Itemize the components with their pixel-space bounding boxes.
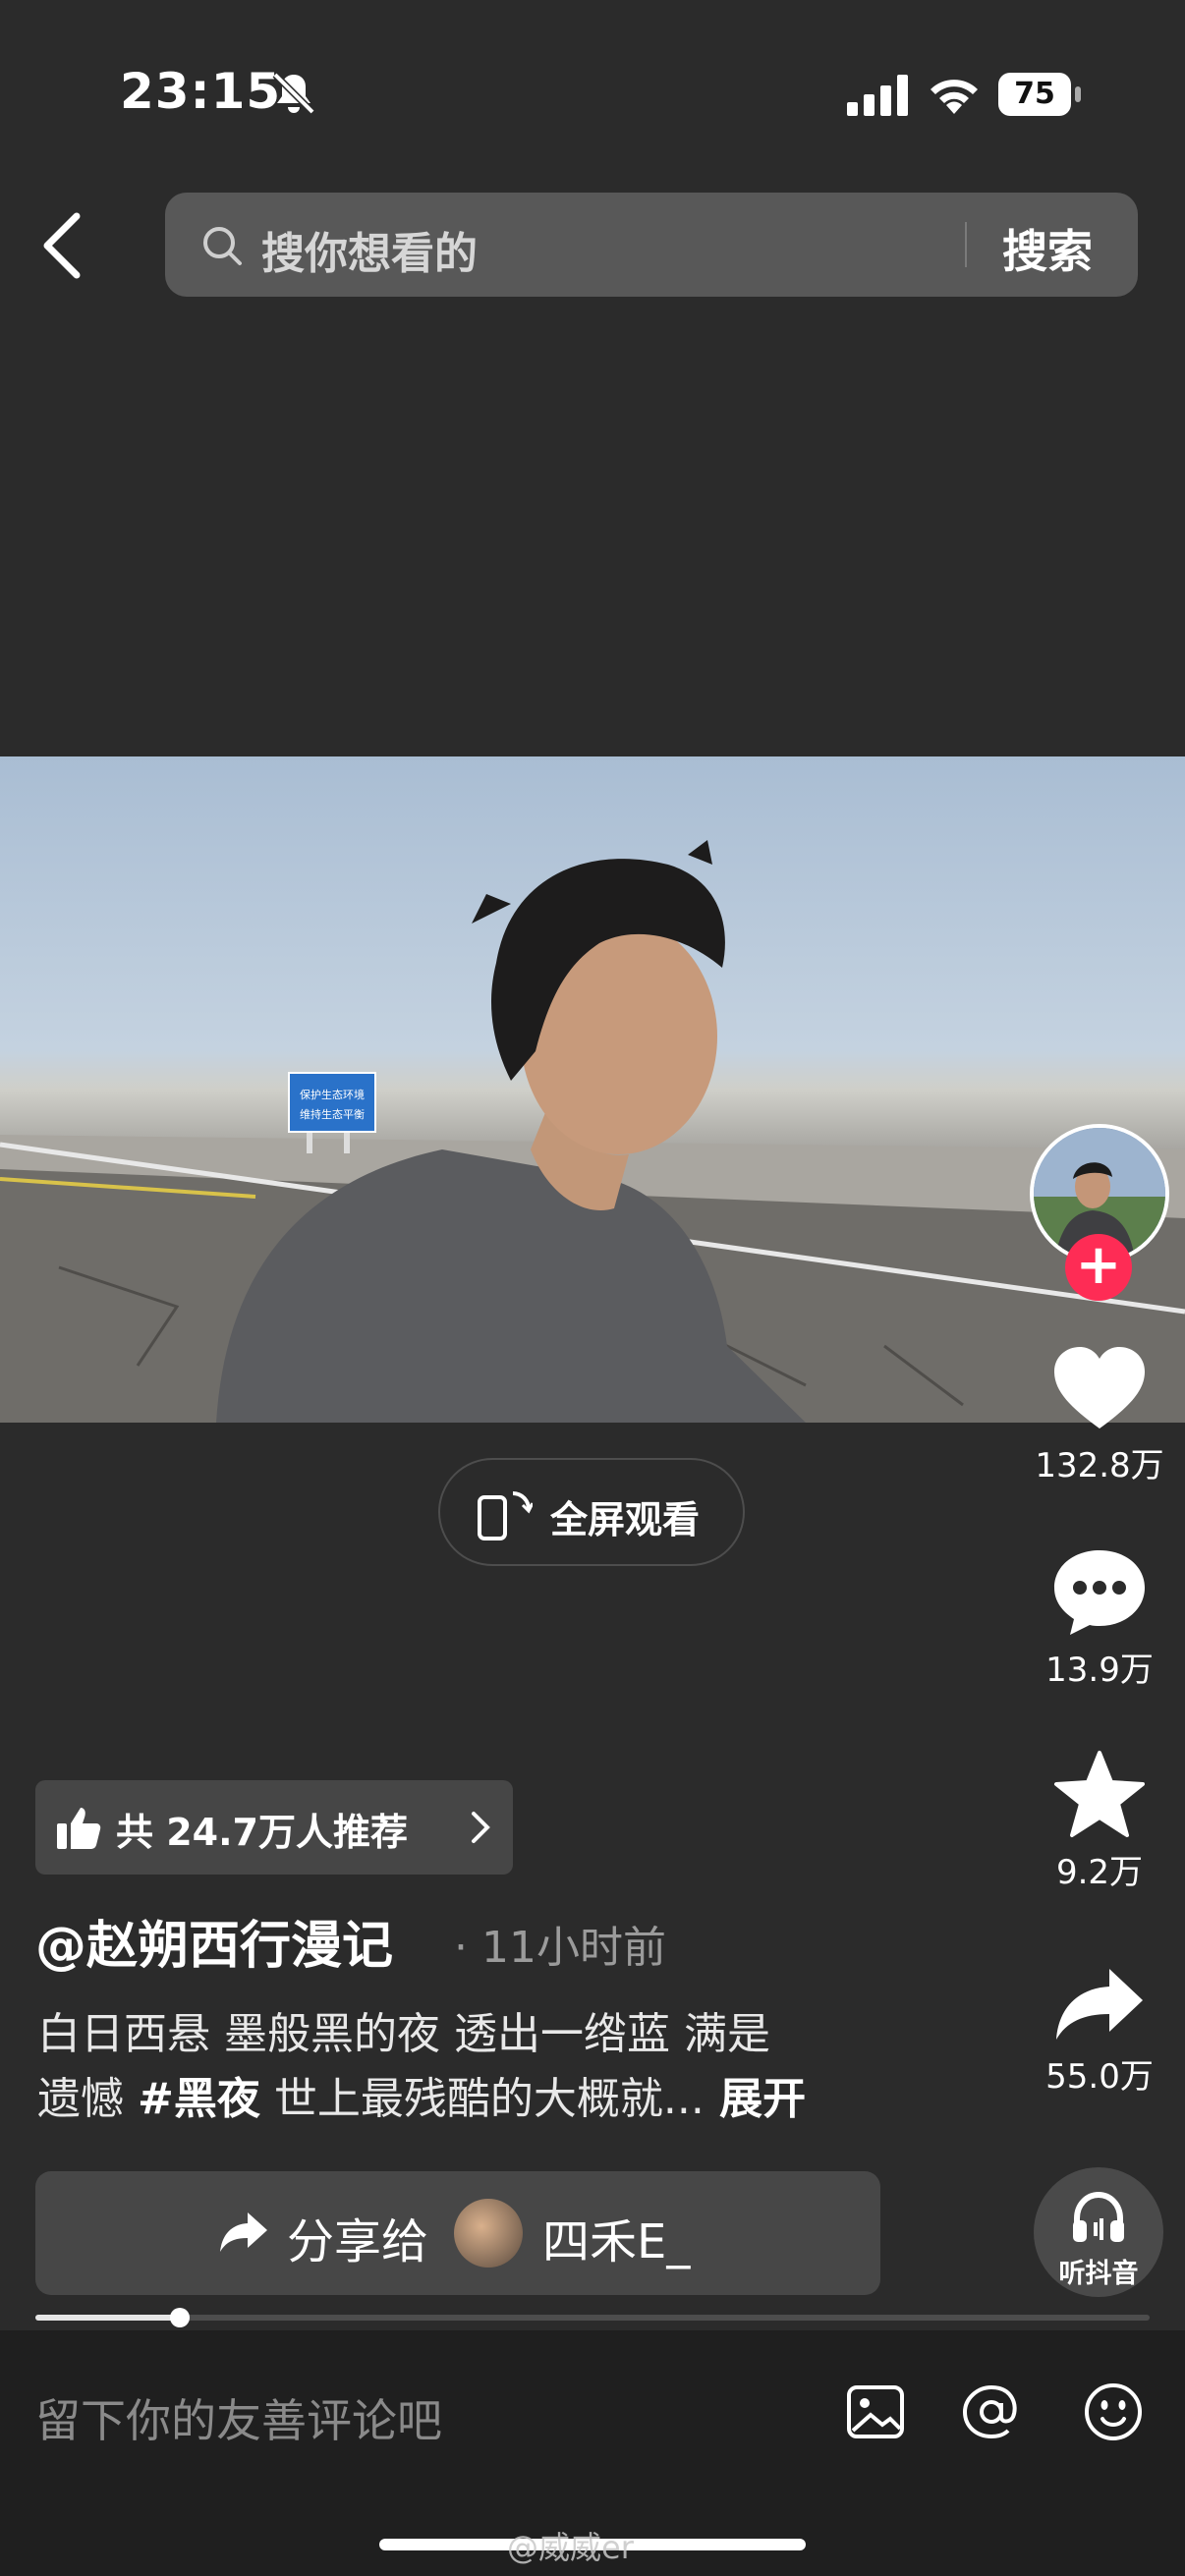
progress-fill	[35, 2315, 181, 2321]
heart-icon	[1054, 1347, 1145, 1428]
share-icon	[220, 2212, 267, 2252]
search-icon	[203, 227, 242, 265]
search-divider	[965, 222, 967, 267]
wifi-icon	[931, 80, 978, 114]
author-name[interactable]: @赵朔西行漫记	[35, 1904, 393, 1978]
thumbs-up-icon	[57, 1808, 101, 1849]
fullscreen-icon	[478, 1491, 533, 1540]
back-icon[interactable]	[39, 210, 88, 281]
battery-icon: 75	[998, 73, 1081, 116]
like-count: 132.8万	[1035, 1446, 1164, 1485]
share-label: 分享给	[287, 2214, 429, 2269]
bell-off-icon	[272, 72, 315, 115]
status-time: 23:15	[120, 63, 282, 120]
favorite-button[interactable]: 9.2万	[1022, 1749, 1177, 1893]
recommend-text: 共 24.7万人推荐	[116, 1811, 408, 1854]
post-description: 白日西悬 墨般黑的夜 透出一绺蓝 满是 遗憾 #黑夜 世上最残酷的大概就... …	[37, 2002, 922, 2132]
expand-link[interactable]: 展开	[705, 2074, 806, 2124]
at-icon[interactable]	[959, 2380, 1024, 2444]
share-to-friend-button[interactable]: 分享给 四禾E_	[35, 2171, 880, 2295]
friend-name: 四禾E_	[542, 2214, 691, 2269]
follow-button[interactable]: +	[1065, 1234, 1132, 1301]
listen-label: 听抖音	[1058, 2259, 1139, 2289]
fullscreen-label: 全屏观看	[550, 1498, 701, 1541]
search-button[interactable]: 搜索	[1002, 216, 1093, 281]
comment-count: 13.9万	[1045, 1651, 1154, 1690]
sign-line-2: 维持生态平衡	[300, 1107, 365, 1121]
fullscreen-button[interactable]: 全屏观看	[438, 1458, 745, 1566]
progress-knob[interactable]	[170, 2308, 191, 2327]
desc-line-2: 遗憾 #黑夜 世上最残酷的大概就... 展开	[37, 2067, 922, 2132]
post-time: · 11小时前	[454, 1912, 666, 1975]
like-button[interactable]: 132.8万	[1022, 1344, 1177, 1486]
road-sign	[288, 1072, 376, 1133]
desc-text-a: 遗憾	[37, 2074, 138, 2124]
time-separator: ·	[454, 1923, 468, 1973]
friend-avatar	[454, 2199, 523, 2268]
favorite-count: 9.2万	[1055, 1853, 1144, 1892]
chevron-right-icon	[472, 1812, 490, 1843]
comment-input[interactable]: 留下你的友善评论吧	[35, 2385, 442, 2450]
video-progress-bar[interactable]	[35, 2308, 1150, 2327]
hashtag-link[interactable]: #黑夜	[138, 2074, 260, 2124]
search-bar[interactable]: 搜你想看的 搜索	[165, 193, 1138, 297]
desc-line-1: 白日西悬 墨般黑的夜 透出一绺蓝 满是	[37, 2009, 770, 2059]
comment-button[interactable]: 13.9万	[1022, 1546, 1177, 1691]
comment-icon	[1054, 1550, 1145, 1635]
image-icon[interactable]	[843, 2380, 908, 2444]
sign-line-1: 保护生态环境	[300, 1088, 365, 1101]
headphones-icon	[1073, 2191, 1124, 2242]
battery-level: 75	[998, 73, 1071, 116]
status-bar: 23:15 75	[0, 0, 1185, 187]
share-icon	[1056, 1969, 1143, 2040]
desc-text-b: 世上最残酷的大概就...	[259, 2074, 705, 2124]
emoji-icon[interactable]	[1081, 2380, 1146, 2444]
share-button[interactable]: 55.0万	[1022, 1965, 1177, 2098]
recommend-badge[interactable]: 共 24.7万人推荐	[35, 1780, 513, 1875]
listen-button[interactable]: 听抖音	[1034, 2167, 1163, 2297]
search-input[interactable]: 搜你想看的	[261, 218, 478, 281]
video-player[interactable]: 保护生态环境 维持生态平衡	[0, 756, 1185, 1423]
star-icon	[1054, 1751, 1145, 1837]
time-ago: 11小时前	[481, 1923, 666, 1973]
signal-icon	[847, 75, 908, 116]
video-frame: 保护生态环境 维持生态平衡	[0, 840, 1185, 1423]
share-count: 55.0万	[1045, 2057, 1154, 2097]
watermark: @威威er	[507, 2529, 634, 2566]
